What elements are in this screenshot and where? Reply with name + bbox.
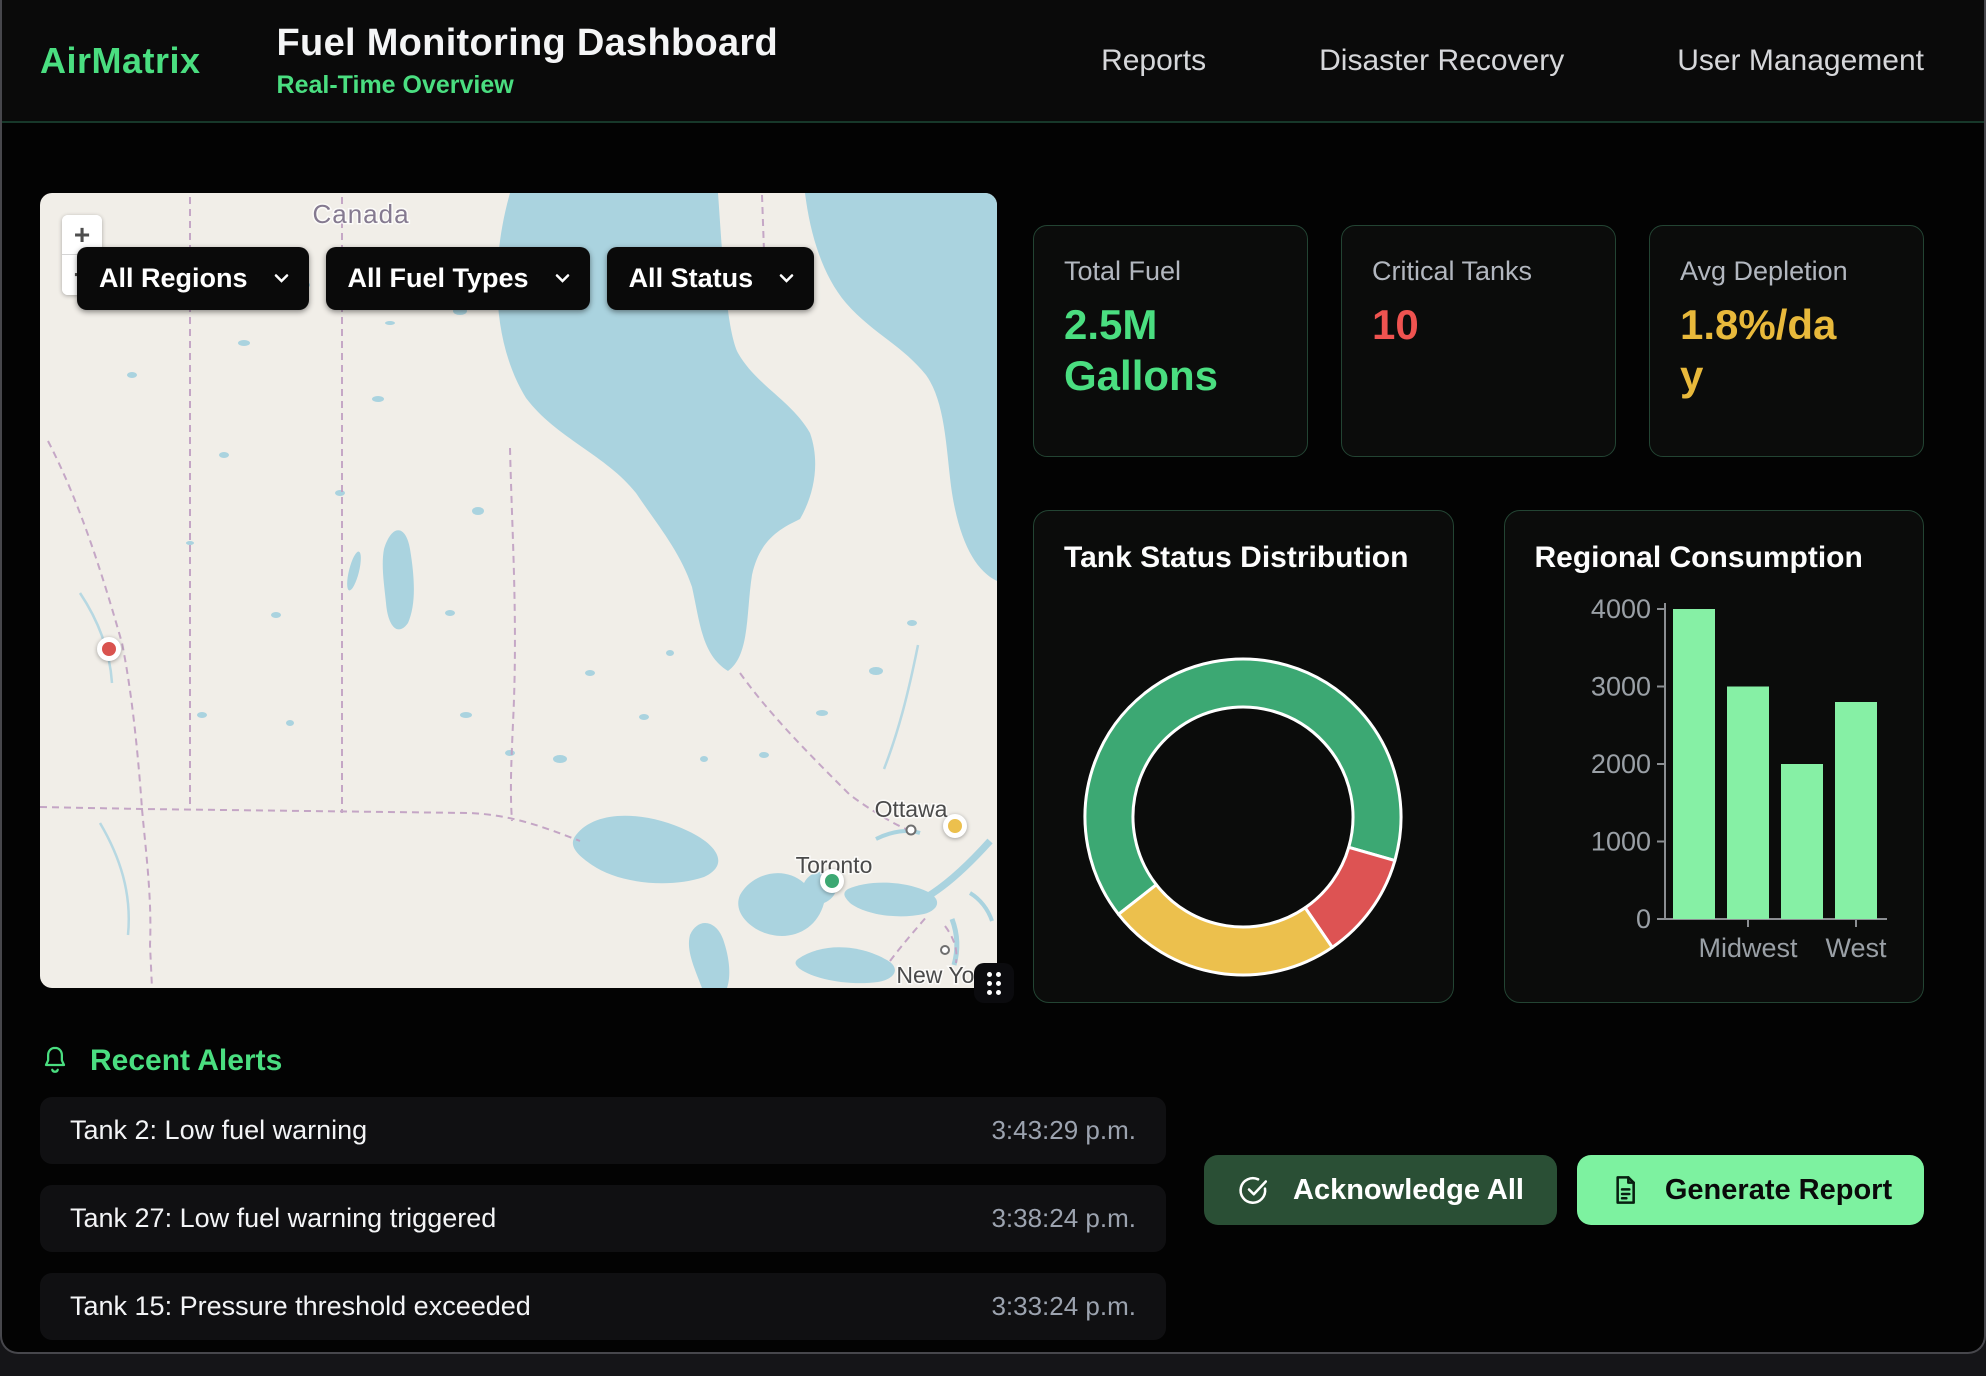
nav-user-management[interactable]: User Management <box>1677 44 1924 78</box>
alerts-title: Recent Alerts <box>90 1044 282 1078</box>
y-tick-label: 2000 <box>1590 749 1650 779</box>
map-marker-normal[interactable] <box>820 869 844 893</box>
stat-value: 2.5M Gallons <box>1064 299 1229 401</box>
status-filter-dropdown[interactable]: All Status <box>607 247 815 310</box>
map-viewport[interactable]: Canada Ottawa Toronto New York <box>40 193 997 988</box>
map-resize-handle[interactable] <box>974 963 1014 1003</box>
nav-reports[interactable]: Reports <box>1101 44 1206 78</box>
map-filter-bar: All Regions All Fuel Types All Status <box>77 247 814 310</box>
chevron-down-icon <box>779 274 794 283</box>
alert-row[interactable]: Tank 2: Low fuel warning 3:43:29 p.m. <box>40 1097 1166 1164</box>
generate-report-label: Generate Report <box>1665 1174 1892 1207</box>
chart-title: Tank Status Distribution <box>1064 541 1423 575</box>
map-marker-critical[interactable] <box>97 637 121 661</box>
alert-actions: Acknowledge All Generate Report <box>1204 1155 1924 1225</box>
acknowledge-all-label: Acknowledge All <box>1293 1174 1524 1207</box>
title-block: Fuel Monitoring Dashboard Real-Time Over… <box>277 22 778 100</box>
stat-label: Total Fuel <box>1064 256 1277 287</box>
newyork-city-dot <box>941 946 949 954</box>
map-canvas[interactable]: Canada Ottawa Toronto New York <box>40 193 997 988</box>
region-filter-label: All Regions <box>99 263 248 294</box>
stat-card-avg-depletion: Avg Depletion 1.8%/day <box>1649 225 1924 457</box>
stat-value: 1.8%/day <box>1680 299 1845 401</box>
y-tick-label: 1000 <box>1590 827 1650 857</box>
alert-message: Tank 2: Low fuel warning <box>70 1115 367 1146</box>
alert-list: Tank 2: Low fuel warning 3:43:29 p.m. Ta… <box>40 1097 1166 1354</box>
alert-timestamp: 3:33:24 p.m. <box>991 1291 1136 1322</box>
regional-consumption-chart-card: Regional Consumption 0 1000 2000 3000 4000 Mi… <box>1504 510 1925 1003</box>
alerts-body: Tank 2: Low fuel warning 3:43:29 p.m. Ta… <box>40 1097 1924 1354</box>
status-filter-label: All Status <box>629 263 754 294</box>
fuel-type-filter-dropdown[interactable]: All Fuel Types <box>326 247 590 310</box>
document-icon <box>1609 1174 1641 1206</box>
y-tick-label: 0 <box>1635 904 1650 934</box>
nav-disaster-recovery[interactable]: Disaster Recovery <box>1319 44 1564 78</box>
chevron-down-icon <box>274 274 289 283</box>
page-subtitle: Real-Time Overview <box>277 71 778 100</box>
alert-timestamp: 3:38:24 p.m. <box>991 1203 1136 1234</box>
stat-label: Critical Tanks <box>1372 256 1585 287</box>
chevron-down-icon <box>555 274 570 283</box>
stats-row: Total Fuel 2.5M Gallons Critical Tanks 1… <box>1033 225 1924 457</box>
stat-card-total-fuel: Total Fuel 2.5M Gallons <box>1033 225 1308 457</box>
alerts-section: Recent Alerts Tank 2: Low fuel warning 3… <box>2 1003 1984 1354</box>
drag-dots-icon <box>987 972 1001 995</box>
check-circle-icon <box>1237 1174 1269 1206</box>
alert-message: Tank 27: Low fuel warning triggered <box>70 1203 496 1234</box>
right-panel: Total Fuel 2.5M Gallons Critical Tanks 1… <box>1033 193 1924 1003</box>
fuel-type-filter-label: All Fuel Types <box>348 263 529 294</box>
map-panel: Canada Ottawa Toronto New York + − All R… <box>40 193 997 988</box>
map-marker-warning[interactable] <box>943 814 967 838</box>
bell-icon <box>40 1044 70 1078</box>
bar-3 <box>1835 702 1877 919</box>
alert-row[interactable]: Tank 27: Low fuel warning triggered 3:38… <box>40 1185 1166 1252</box>
acknowledge-all-button[interactable]: Acknowledge All <box>1204 1155 1557 1225</box>
region-filter-dropdown[interactable]: All Regions <box>77 247 309 310</box>
dashboard-window: AirMatrix Fuel Monitoring Dashboard Real… <box>0 0 1986 1354</box>
main-nav: Reports Disaster Recovery User Managemen… <box>1101 44 1924 78</box>
tank-status-chart-card: Tank Status Distribution <box>1033 510 1454 1003</box>
map-label-canada: Canada <box>312 199 409 229</box>
bar-2 <box>1781 764 1823 919</box>
page-title: Fuel Monitoring Dashboard <box>277 22 778 65</box>
donut-segment-warning <box>1118 885 1332 975</box>
y-tick-label: 3000 <box>1590 672 1650 702</box>
ottawa-city-dot <box>907 826 916 835</box>
charts-row: Tank Status Distribution Regional Consum… <box>1033 510 1924 1003</box>
bar-1 <box>1727 687 1769 920</box>
bar-chart: 0 1000 2000 3000 4000 Midwest West <box>1535 589 1893 974</box>
alerts-header: Recent Alerts <box>40 1044 1924 1078</box>
x-tick-label: Midwest <box>1698 933 1798 963</box>
x-tick-label: West <box>1825 933 1887 963</box>
header: AirMatrix Fuel Monitoring Dashboard Real… <box>2 0 1984 123</box>
map-label-ottawa: Ottawa <box>875 796 948 822</box>
alert-timestamp: 3:43:29 p.m. <box>991 1115 1136 1146</box>
y-tick-label: 4000 <box>1590 594 1650 624</box>
donut-chart <box>1064 589 1422 979</box>
chart-title: Regional Consumption <box>1535 541 1894 575</box>
alert-message: Tank 15: Pressure threshold exceeded <box>70 1291 531 1322</box>
stat-card-critical-tanks: Critical Tanks 10 <box>1341 225 1616 457</box>
alert-row[interactable]: Tank 15: Pressure threshold exceeded 3:3… <box>40 1273 1166 1340</box>
bar-0 <box>1673 609 1715 919</box>
stat-label: Avg Depletion <box>1680 256 1893 287</box>
stat-value: 10 <box>1372 299 1537 350</box>
generate-report-button[interactable]: Generate Report <box>1577 1155 1924 1225</box>
app-logo[interactable]: AirMatrix <box>40 40 201 82</box>
main-content: Canada Ottawa Toronto New York + − All R… <box>2 123 1984 1003</box>
